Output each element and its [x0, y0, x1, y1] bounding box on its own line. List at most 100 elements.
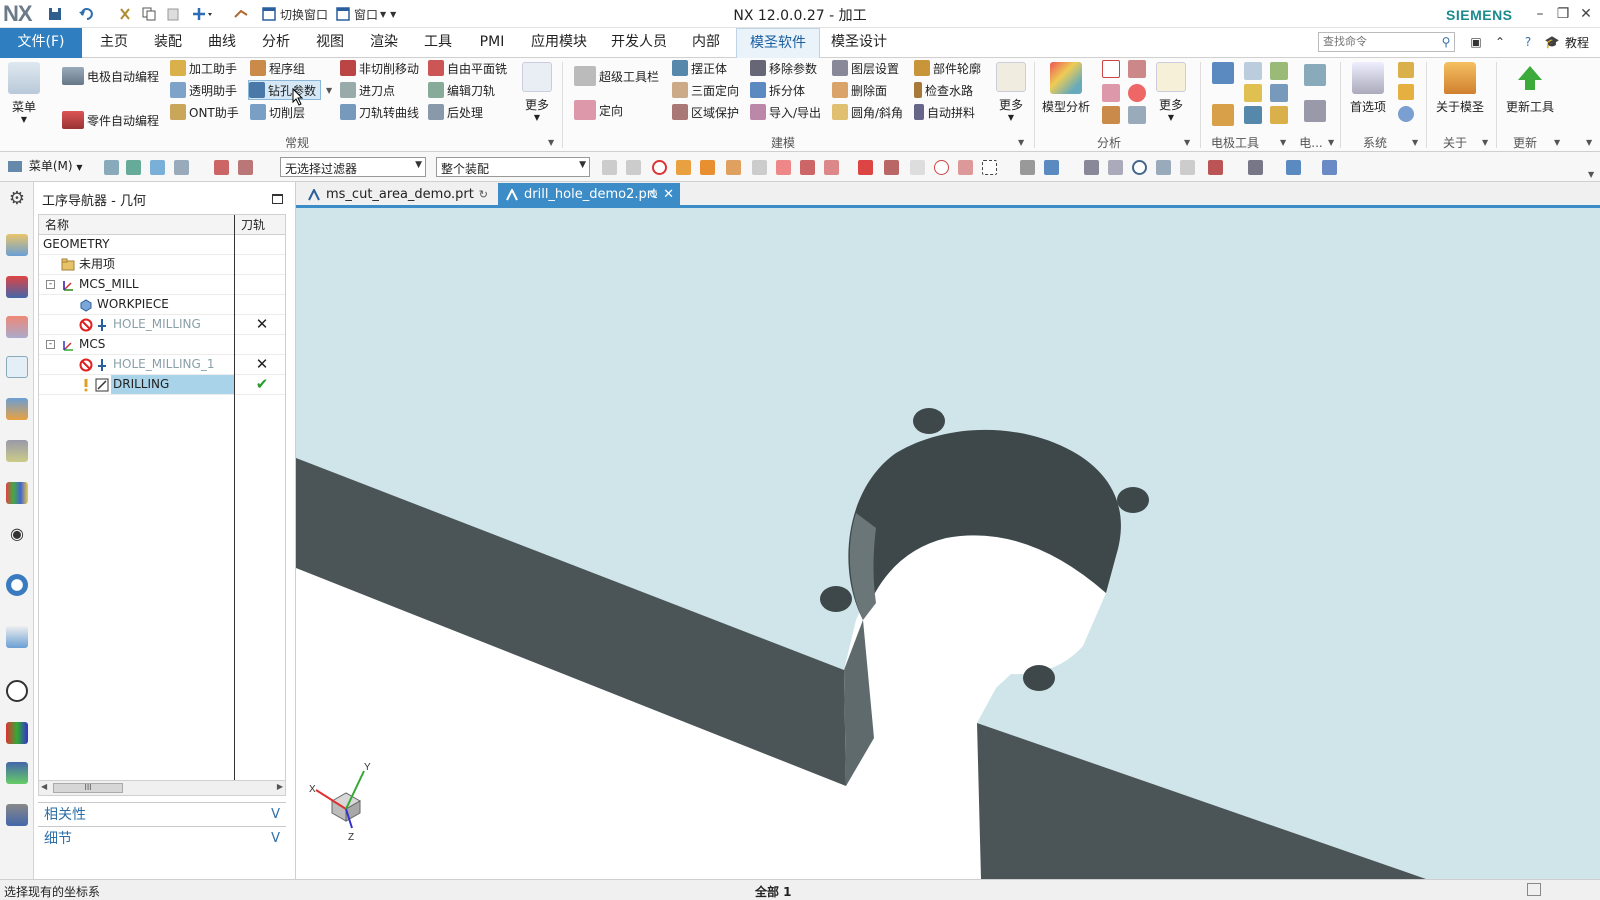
- tab-view[interactable]: 视图: [312, 28, 348, 58]
- drill-hole[interactable]: [1117, 487, 1149, 513]
- palette-icon[interactable]: [6, 722, 28, 744]
- electrode-tool-icon-8[interactable]: [1270, 106, 1288, 124]
- import-export-button[interactable]: 导入/导出: [750, 102, 821, 122]
- scroll-right-icon[interactable]: ▶: [277, 782, 283, 791]
- tab-curve[interactable]: 曲线: [204, 28, 240, 58]
- analysis-icon-6[interactable]: [1128, 106, 1146, 124]
- collapse-ribbon-icon[interactable]: ⌃: [1492, 34, 1508, 50]
- about-mosheng-button[interactable]: 关于模圣: [1436, 62, 1484, 115]
- part-navigator-icon[interactable]: [6, 234, 28, 256]
- more-general-button[interactable]: 更多 ▼: [522, 62, 552, 122]
- operation-navigator-icon[interactable]: [6, 356, 28, 378]
- electrode-tool-icon-3[interactable]: [1270, 62, 1288, 80]
- electrode-tool-icon-7[interactable]: [1244, 106, 1262, 124]
- split-body-button[interactable]: 拆分体: [750, 80, 805, 100]
- tab-render[interactable]: 渲染: [366, 28, 402, 58]
- drill-parameters-dropdown-icon[interactable]: ▼: [326, 86, 332, 95]
- robot-icon[interactable]: [6, 804, 28, 826]
- rotate-icon[interactable]: [1132, 160, 1147, 175]
- tree-row[interactable]: HOLE_MILLING ✕: [39, 315, 285, 335]
- help-icon[interactable]: [1398, 106, 1414, 122]
- program-group-button[interactable]: 程序组: [250, 58, 305, 78]
- selection-filter-select[interactable]: 无选择过滤器 ▼: [280, 157, 426, 177]
- part-outline-button[interactable]: 部件轮廓: [914, 58, 981, 78]
- info-icon[interactable]: [6, 574, 28, 596]
- electrode-tool-icon-4[interactable]: [1244, 84, 1262, 102]
- snap-icon-4[interactable]: [174, 160, 189, 175]
- snap-icon-7[interactable]: [726, 160, 741, 175]
- snap-icon-10[interactable]: [824, 160, 839, 175]
- history-clock-icon[interactable]: [6, 680, 28, 702]
- more-modeling-button[interactable]: 更多 ▼: [996, 62, 1026, 122]
- column-header-name[interactable]: 名称: [39, 215, 235, 235]
- tab-application[interactable]: 应用模块: [528, 28, 590, 58]
- 3d-model-view[interactable]: X Y Z: [296, 208, 1600, 879]
- snap-icon-8[interactable]: [752, 160, 767, 175]
- window-menu-button[interactable]: 窗口 ▼ ▼: [336, 5, 396, 23]
- weight-icon[interactable]: [1102, 60, 1120, 78]
- non-cutting-moves-button[interactable]: 非切削移动: [340, 58, 419, 78]
- snap-icon-9[interactable]: [800, 160, 815, 175]
- analysis-icon-2[interactable]: [1102, 84, 1120, 102]
- toolpath-to-curve-button[interactable]: 刀轨转曲线: [340, 102, 419, 122]
- fit-view-icon[interactable]: [1084, 160, 1099, 175]
- close-tab-icon[interactable]: ✕: [663, 183, 674, 206]
- tab-home[interactable]: 主页: [96, 28, 132, 58]
- system-icon-1[interactable]: [1398, 62, 1414, 78]
- preferences-button[interactable]: 首选项: [1350, 62, 1386, 115]
- eye-icon[interactable]: ◉: [6, 524, 28, 546]
- help-icon[interactable]: ?: [1520, 34, 1536, 50]
- document-tab-active[interactable]: drill_hole_demo2.prt ↻ ✕: [498, 183, 680, 207]
- details-section[interactable]: 细节 V: [38, 826, 286, 850]
- constraint-navigator-icon[interactable]: [6, 316, 28, 338]
- column-header-toolpath[interactable]: 刀轨: [235, 215, 285, 235]
- tab-assembly[interactable]: 装配: [150, 28, 186, 58]
- model-analysis-button[interactable]: 模型分析: [1042, 62, 1090, 115]
- box-select-icon[interactable]: [982, 160, 997, 175]
- assembly-scope-select[interactable]: 整个装配 ▼: [436, 157, 590, 177]
- machine-tool-navigator-icon[interactable]: [6, 398, 28, 420]
- delete-face-button[interactable]: 删除面: [832, 80, 887, 100]
- drill-hole[interactable]: [820, 586, 852, 612]
- ont-assistant-button[interactable]: ONT助手: [170, 102, 239, 122]
- graphics-viewport[interactable]: X Y Z: [296, 208, 1600, 879]
- tree-row-selected[interactable]: DRILLING ✔: [39, 375, 285, 395]
- free-planar-mill-button[interactable]: 自由平面铣: [428, 58, 507, 78]
- three-face-orient-button[interactable]: 三面定向: [672, 80, 739, 100]
- view-orient-icon[interactable]: [1248, 160, 1263, 175]
- more-analysis-button[interactable]: 更多 ▼: [1156, 62, 1186, 122]
- search-icon[interactable]: ⚲: [1438, 34, 1454, 50]
- document-tab[interactable]: ms_cut_area_demo.prt ↻: [300, 183, 494, 207]
- electrode-short-icon-1[interactable]: [1304, 64, 1326, 86]
- menu-dropdown-button[interactable]: 菜单(M) ▼: [8, 157, 83, 174]
- tree-row[interactable]: GEOMETRY: [39, 235, 285, 255]
- tutorial-link[interactable]: 教程: [1565, 34, 1589, 51]
- touch-mode-icon[interactable]: [233, 5, 249, 23]
- tab-pmi[interactable]: PMI: [474, 28, 510, 58]
- group-modeling-dropdown-icon[interactable]: ▼: [1018, 138, 1024, 147]
- filter-icon-2[interactable]: [238, 160, 253, 175]
- drill-parameters-button[interactable]: 钻孔参数: [248, 80, 322, 100]
- group-update-dropdown-icon[interactable]: ▼: [1554, 138, 1560, 147]
- menu-big-button[interactable]: 菜单 ▼: [8, 62, 40, 124]
- fillet-chamfer-button[interactable]: 圆角/斜角: [832, 102, 903, 122]
- file-menu[interactable]: 文件(F): [0, 28, 82, 58]
- horizontal-scrollbar[interactable]: ◀ III ▶: [38, 780, 286, 796]
- tree-row[interactable]: - MCS: [39, 335, 285, 355]
- electrode-tool-icon-1[interactable]: [1212, 62, 1234, 84]
- no-entry-icon[interactable]: [652, 160, 667, 175]
- command-search-input[interactable]: [1318, 32, 1455, 52]
- roles-icon[interactable]: [6, 482, 28, 504]
- zoom-icon[interactable]: [1108, 160, 1123, 175]
- restore-icon[interactable]: ❐: [1553, 4, 1573, 24]
- snap-icon-15[interactable]: [958, 160, 973, 175]
- electrode-short-icon-2[interactable]: [1304, 100, 1326, 122]
- group-analysis-dropdown-icon[interactable]: ▼: [1184, 138, 1190, 147]
- group-general-dropdown-icon[interactable]: ▼: [548, 138, 554, 147]
- orient-button[interactable]: 定向: [574, 100, 623, 120]
- switch-window-button[interactable]: 切换窗口: [262, 5, 328, 23]
- drill-hole[interactable]: [913, 408, 945, 434]
- snap-icon-1[interactable]: [104, 160, 119, 175]
- dependencies-section[interactable]: 相关性 V: [38, 802, 286, 826]
- scroll-left-icon[interactable]: ◀: [41, 782, 47, 791]
